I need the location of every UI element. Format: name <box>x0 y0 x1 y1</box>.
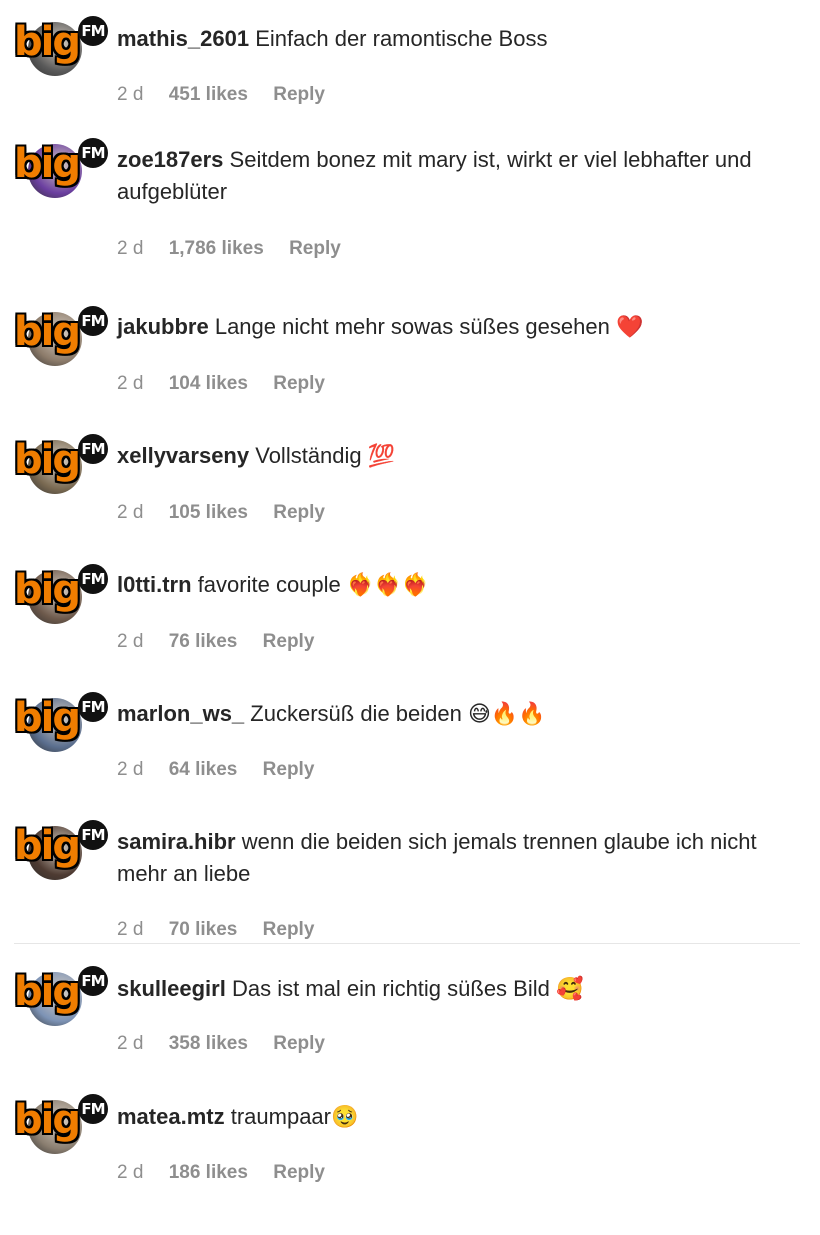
logo-fm-badge: FM <box>78 692 108 722</box>
comment-time: 2 d <box>117 919 144 940</box>
comment-meta: 2 d 64 likes Reply <box>117 758 334 782</box>
comment-text: xellyvarseny Vollständig 💯 <box>117 440 807 472</box>
reply-button[interactable]: Reply <box>289 238 341 259</box>
bigfm-logo-icon: big FM <box>14 434 110 480</box>
logo-text: big <box>14 695 81 741</box>
reply-button[interactable]: Reply <box>273 1033 325 1054</box>
logo-fm-badge: FM <box>78 138 108 168</box>
bigfm-logo-icon: big FM <box>14 16 110 62</box>
comment-text: matea.mtz traumpaar🥹 <box>117 1101 807 1133</box>
comment-text: zoe187ers Seitdem bonez mit mary ist, wi… <box>117 144 807 208</box>
comment-body: Lange nicht mehr sowas süßes gesehen ❤️ <box>214 314 644 339</box>
comment-likes[interactable]: 1,786 likes <box>169 238 264 259</box>
comment-likes[interactable]: 358 likes <box>169 1033 248 1054</box>
reply-button[interactable]: Reply <box>273 1162 325 1183</box>
logo-text: big <box>14 823 81 869</box>
comment-likes[interactable]: 64 likes <box>169 759 238 780</box>
comment-meta: 2 d 186 likes Reply <box>117 1161 345 1185</box>
comment-likes[interactable]: 186 likes <box>169 1162 248 1183</box>
comment-username[interactable]: samira.hibr <box>117 829 236 854</box>
comment-body: Einfach der ramontische Boss <box>255 26 548 51</box>
comment-text: samira.hibr wenn die beiden sich jemals … <box>117 826 807 890</box>
comment-meta: 2 d 1,786 likes Reply <box>117 237 361 261</box>
comment-meta: 2 d 358 likes Reply <box>117 1032 345 1056</box>
comment-text: jakubbre Lange nicht mehr sowas süßes ge… <box>117 311 807 343</box>
reply-button[interactable]: Reply <box>273 84 325 105</box>
comment-username[interactable]: marlon_ws_ <box>117 701 244 726</box>
logo-text: big <box>14 1097 81 1143</box>
bigfm-logo-icon: big FM <box>14 966 110 1012</box>
comment-time: 2 d <box>117 1162 144 1183</box>
comment-meta: 2 d 451 likes Reply <box>117 83 345 107</box>
comment-text: marlon_ws_ Zuckersüß die beiden 😅🔥🔥 <box>117 698 807 730</box>
comment-body: favorite couple ❤️‍🔥❤️‍🔥❤️‍🔥 <box>197 572 430 597</box>
logo-fm-badge: FM <box>78 966 108 996</box>
comment-time: 2 d <box>117 1033 144 1054</box>
comment-username[interactable]: jakubbre <box>117 314 209 339</box>
logo-text: big <box>14 969 81 1015</box>
comment-meta: 2 d 105 likes Reply <box>117 501 345 525</box>
comment-body: traumpaar🥹 <box>230 1104 359 1129</box>
comment-meta: 2 d 104 likes Reply <box>117 372 345 396</box>
reply-button[interactable]: Reply <box>263 759 315 780</box>
comment-likes[interactable]: 104 likes <box>169 373 248 394</box>
reply-button[interactable]: Reply <box>273 373 325 394</box>
bigfm-logo-icon: big FM <box>14 138 110 184</box>
comment-text: l0tti.trn favorite couple ❤️‍🔥❤️‍🔥❤️‍🔥 <box>117 569 807 601</box>
logo-fm-badge: FM <box>78 1094 108 1124</box>
logo-text: big <box>14 309 81 355</box>
comment-time: 2 d <box>117 238 144 259</box>
logo-fm-badge: FM <box>78 564 108 594</box>
comment-username[interactable]: matea.mtz <box>117 1104 225 1129</box>
comment-likes[interactable]: 76 likes <box>169 631 238 652</box>
logo-text: big <box>14 141 81 187</box>
logo-fm-badge: FM <box>78 16 108 46</box>
comment-likes[interactable]: 70 likes <box>169 919 238 940</box>
comment-body: Das ist mal ein richtig süßes Bild 🥰 <box>231 976 584 1001</box>
reply-button[interactable]: Reply <box>263 631 315 652</box>
logo-fm-badge: FM <box>78 434 108 464</box>
comment-likes[interactable]: 451 likes <box>169 84 248 105</box>
section-divider <box>14 943 800 944</box>
comment-body: Vollständig 💯 <box>255 443 396 468</box>
comment-time: 2 d <box>117 759 144 780</box>
logo-fm-badge: FM <box>78 306 108 336</box>
comment-text: mathis_2601 Einfach der ramontische Boss <box>117 23 807 55</box>
comment-username[interactable]: skulleegirl <box>117 976 226 1001</box>
comment-username[interactable]: zoe187ers <box>117 147 223 172</box>
comment-body: Zuckersüß die beiden 😅🔥🔥 <box>250 701 546 726</box>
logo-text: big <box>14 567 81 613</box>
reply-button[interactable]: Reply <box>273 502 325 523</box>
reply-button[interactable]: Reply <box>263 919 315 940</box>
comment-time: 2 d <box>117 373 144 394</box>
comment-username[interactable]: xellyvarseny <box>117 443 249 468</box>
comment-username[interactable]: l0tti.trn <box>117 572 192 597</box>
comment-likes[interactable]: 105 likes <box>169 502 248 523</box>
comment-meta: 2 d 70 likes Reply <box>117 918 334 942</box>
comment-text: skulleegirl Das ist mal ein richtig süße… <box>117 973 807 1005</box>
logo-text: big <box>14 437 81 483</box>
comment-time: 2 d <box>117 84 144 105</box>
bigfm-logo-icon: big FM <box>14 820 110 866</box>
comment-time: 2 d <box>117 631 144 652</box>
logo-fm-badge: FM <box>78 820 108 850</box>
logo-text: big <box>14 19 81 65</box>
bigfm-logo-icon: big FM <box>14 692 110 738</box>
comment-meta: 2 d 76 likes Reply <box>117 630 334 654</box>
bigfm-logo-icon: big FM <box>14 1094 110 1140</box>
comment-time: 2 d <box>117 502 144 523</box>
bigfm-logo-icon: big FM <box>14 564 110 610</box>
bigfm-logo-icon: big FM <box>14 306 110 352</box>
comment-username[interactable]: mathis_2601 <box>117 26 249 51</box>
